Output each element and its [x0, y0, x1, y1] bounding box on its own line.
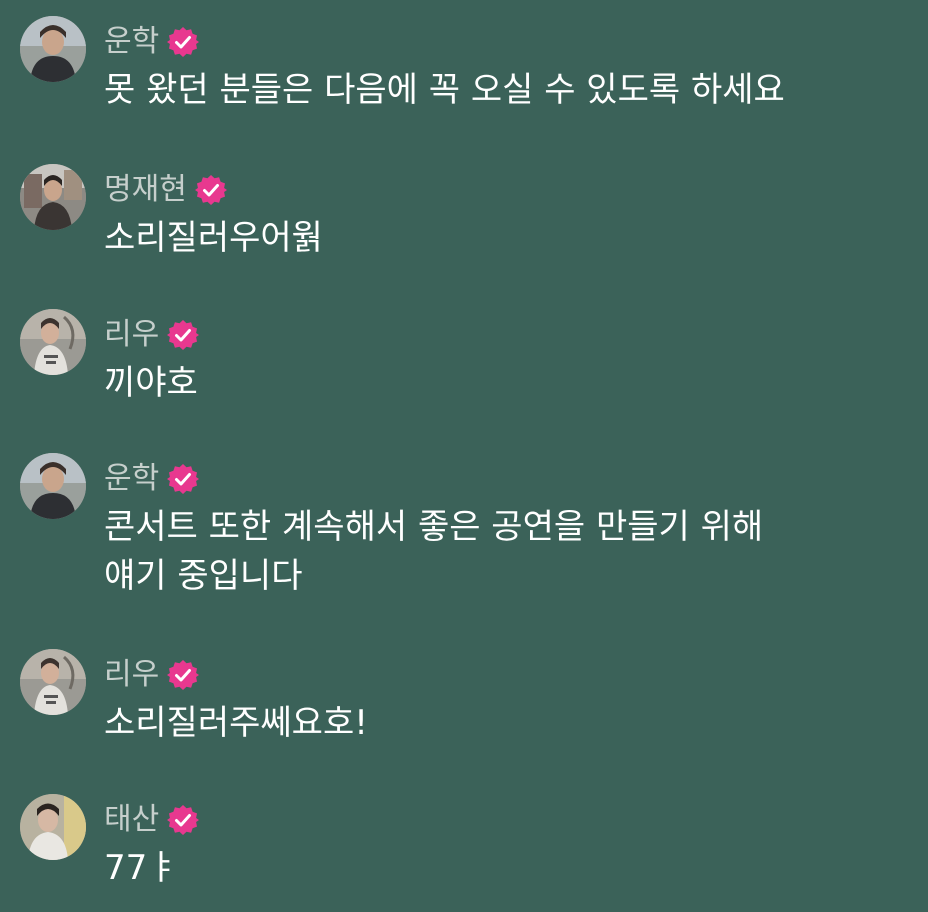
- message-text: 77ㅑ: [104, 848, 179, 888]
- chat-message-list: 운학 못 왔던 분들은 다음에 꼭 오실 수 있도록 하세요 명재현 소리질러우…: [0, 0, 928, 912]
- avatar[interactable]: [20, 453, 86, 519]
- avatar[interactable]: [20, 794, 86, 860]
- avatar[interactable]: [20, 164, 86, 230]
- chat-message: 리우 끼야호: [20, 309, 910, 409]
- verified-badge-icon: [167, 659, 200, 691]
- avatar[interactable]: [20, 16, 86, 82]
- verified-badge-icon: [167, 463, 200, 495]
- sender-row: 리우: [104, 655, 200, 695]
- verified-badge-icon: [194, 174, 227, 206]
- chat-message: 리우 소리질러주쎄요호!: [20, 649, 910, 749]
- chat-message: 운학 콘서트 또한 계속해서 좋은 공연을 만들기 위해 얘기 중입니다: [20, 453, 910, 603]
- sender-name[interactable]: 리우: [104, 655, 159, 695]
- sender-name[interactable]: 명재현: [104, 170, 187, 210]
- chat-message: 명재현 소리질러우어웕: [20, 164, 910, 264]
- message-text: 끼야호: [104, 363, 198, 403]
- sender-row: 태산: [104, 800, 200, 840]
- message-text: 소리질러우어웕: [104, 218, 323, 258]
- sender-name[interactable]: 운학: [104, 459, 159, 499]
- verified-badge-icon: [167, 26, 200, 58]
- sender-name[interactable]: 리우: [104, 315, 159, 355]
- chat-message: 운학 못 왔던 분들은 다음에 꼭 오실 수 있도록 하세요: [20, 16, 910, 116]
- message-text: 콘서트 또한 계속해서 좋은 공연을 만들기 위해 얘기 중입니다: [104, 507, 764, 596]
- verified-badge-icon: [167, 804, 200, 836]
- message-text: 소리질러주쎄요호!: [104, 703, 368, 743]
- sender-name[interactable]: 태산: [104, 800, 159, 840]
- avatar[interactable]: [20, 309, 86, 375]
- sender-row: 리우: [104, 315, 200, 355]
- message-text: 못 왔던 분들은 다음에 꼭 오실 수 있도록 하세요: [104, 70, 785, 110]
- avatar[interactable]: [20, 649, 86, 715]
- sender-row: 명재현: [104, 170, 227, 210]
- sender-name[interactable]: 운학: [104, 22, 159, 62]
- verified-badge-icon: [167, 319, 200, 351]
- sender-row: 운학: [104, 22, 200, 62]
- chat-message: 태산 77ㅑ: [20, 794, 910, 894]
- sender-row: 운학: [104, 459, 200, 499]
